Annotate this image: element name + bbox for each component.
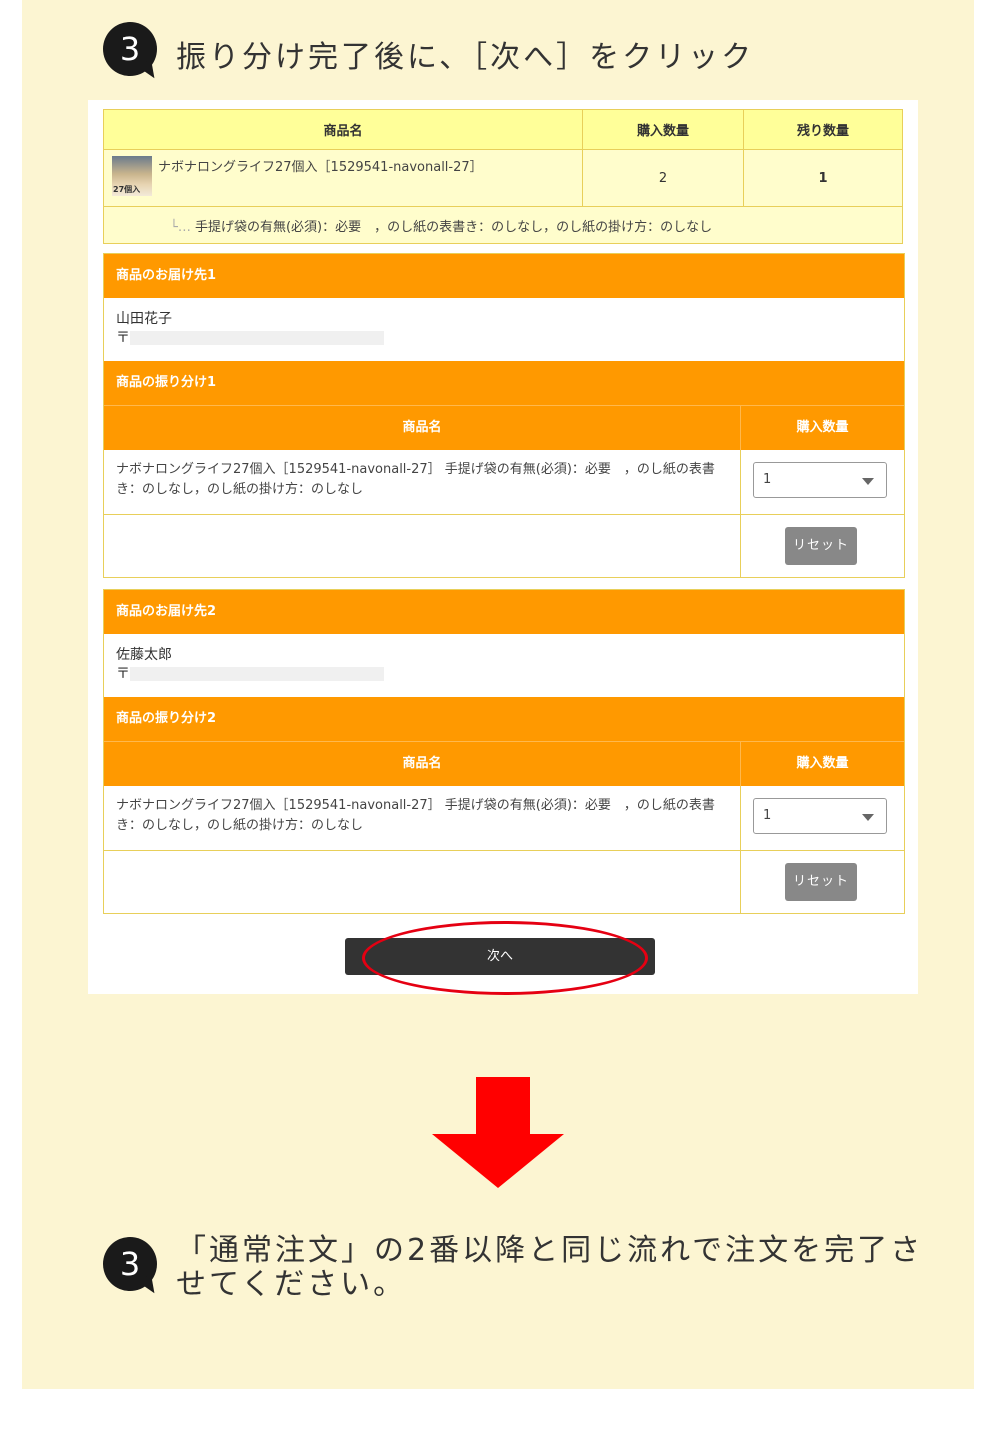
chevron-down-icon (862, 478, 874, 485)
split-col-qty: 購入数量 (741, 742, 904, 786)
empty-cell (104, 851, 741, 913)
checkout-screenshot: 商品名 購入数量 残り数量 27個入 ナボナロングライフ27個入［1529541… (88, 100, 918, 995)
destination-address: 山田花子 〒 (104, 298, 904, 361)
product-thumbnail: 27個入 (112, 156, 152, 196)
empty-cell (104, 515, 741, 577)
product-name: ナボナロングライフ27個入［1529541-navonall-27］ (158, 160, 483, 175)
step-number-badge: 3 (103, 1237, 157, 1297)
destination-address: 佐藤太郎 〒 (104, 634, 904, 697)
split-product-text: ナボナロングライフ27個入［1529541-navonall-27］ 手提げ袋の… (104, 786, 741, 850)
remaining-qty: 1 (743, 149, 903, 207)
chevron-down-icon (862, 814, 874, 821)
purchase-qty: 2 (582, 149, 744, 207)
highlight-ellipse (362, 921, 648, 995)
speech-bubble-tail (133, 1275, 155, 1297)
step-instruction: 「通常注文」の2番以降と同じ流れで注文を完了さ せてください。 (176, 1234, 923, 1302)
postal-mark: 〒 (116, 330, 130, 346)
col-header-remaining-qty: 残り数量 (743, 109, 903, 150)
product-options: 手提げ袋の有無(必須)：必要 ，のし紙の表書き：のしなし，のし紙の掛け方：のしな… (194, 219, 713, 235)
step-instruction-line1: 「通常注文」の2番以降と同じ流れで注文を完了さ (176, 1233, 924, 1268)
step-number-badge: 3 (103, 22, 157, 82)
destination-title: 商品のお届け先2 (104, 590, 904, 634)
postal-mark: 〒 (116, 666, 130, 682)
split-title: 商品の振り分け2 (104, 697, 904, 741)
split-title: 商品の振り分け1 (104, 361, 904, 405)
qty-select-value: 1 (763, 472, 772, 487)
qty-select[interactable]: 1 (753, 462, 887, 498)
destination-title: 商品のお届け先1 (104, 254, 904, 298)
reset-button[interactable]: リセット (785, 527, 857, 565)
tree-branch-icon: └… (170, 219, 191, 235)
recipient-name: 佐藤太郎 (116, 647, 172, 663)
col-header-product: 商品名 (103, 109, 583, 150)
order-summary-table: 商品名 購入数量 残り数量 27個入 ナボナロングライフ27個入［1529541… (103, 109, 903, 244)
address-redacted (130, 331, 384, 345)
address-redacted (130, 667, 384, 681)
split-col-qty: 購入数量 (741, 406, 904, 450)
product-cell: 27個入 ナボナロングライフ27個入［1529541-navonall-27］ (103, 149, 583, 207)
thumbnail-label: 27個入 (113, 185, 141, 194)
split-col-product: 商品名 (104, 406, 741, 450)
down-arrow-icon (476, 1077, 530, 1135)
split-col-product: 商品名 (104, 742, 741, 786)
qty-select-value: 1 (763, 808, 772, 823)
shipment-block-2: 商品のお届け先2 佐藤太郎 〒 商品の振り分け2 商品名 購入数量 ナボナロング… (103, 589, 905, 914)
col-header-purchase-qty: 購入数量 (582, 109, 744, 150)
shipment-block-1: 商品のお届け先1 山田花子 〒 商品の振り分け1 商品名 購入数量 ナボナロング… (103, 253, 905, 578)
recipient-name: 山田花子 (116, 311, 172, 327)
step-heading: 振り分け完了後に、［次へ］をクリック (176, 40, 755, 75)
speech-bubble-tail (133, 60, 155, 82)
step-instruction-line2: せてください。 (176, 1267, 407, 1302)
down-arrow-head (432, 1134, 564, 1188)
reset-button[interactable]: リセット (785, 863, 857, 901)
split-product-text: ナボナロングライフ27個入［1529541-navonall-27］ 手提げ袋の… (104, 450, 741, 514)
qty-select[interactable]: 1 (753, 798, 887, 834)
product-options-row: └… 手提げ袋の有無(必須)：必要 ，のし紙の表書き：のしなし，のし紙の掛け方：… (103, 206, 903, 244)
